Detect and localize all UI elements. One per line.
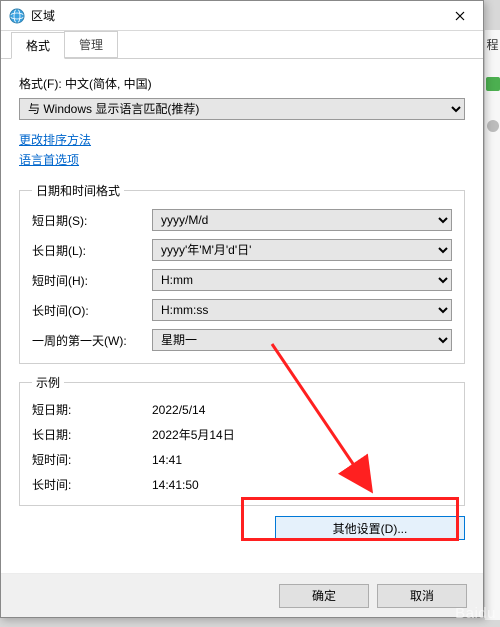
example-short-date-label: 短日期: bbox=[32, 401, 152, 418]
link-change-sort[interactable]: 更改排序方法 bbox=[19, 130, 465, 150]
side-gray-icon bbox=[486, 119, 500, 133]
cancel-button[interactable]: 取消 bbox=[377, 584, 467, 608]
example-long-time-value: 14:41:50 bbox=[152, 478, 452, 492]
links-block: 更改排序方法 语言首选项 bbox=[19, 130, 465, 170]
short-time-label: 短时间(H): bbox=[32, 272, 152, 289]
additional-settings-row: 其他设置(D)... bbox=[19, 516, 465, 540]
datetime-format-fieldset: 日期和时间格式 短日期(S): yyyy/M/d 长日期(L): yyyy'年'… bbox=[19, 182, 465, 364]
example-short-date-value: 2022/5/14 bbox=[152, 403, 452, 417]
short-time-select[interactable]: H:mm bbox=[152, 269, 452, 291]
ok-button[interactable]: 确定 bbox=[279, 584, 369, 608]
long-time-select[interactable]: H:mm:ss bbox=[152, 299, 452, 321]
format-select[interactable]: 与 Windows 显示语言匹配(推荐) bbox=[19, 98, 465, 120]
tab-format[interactable]: 格式 bbox=[11, 32, 65, 59]
close-icon bbox=[455, 11, 465, 21]
link-language-prefs[interactable]: 语言首选项 bbox=[19, 150, 465, 170]
side-text: 程 bbox=[485, 36, 500, 53]
globe-icon bbox=[9, 8, 25, 24]
close-button[interactable] bbox=[437, 1, 483, 31]
format-label: 格式(F): 中文(简体, 中国) bbox=[19, 75, 465, 92]
long-date-select[interactable]: yyyy'年'M'月'd'日' bbox=[152, 239, 452, 261]
example-long-date-value: 2022年5月14日 bbox=[152, 426, 452, 443]
dialog-title: 区域 bbox=[31, 7, 55, 24]
short-date-select[interactable]: yyyy/M/d bbox=[152, 209, 452, 231]
long-date-label: 长日期(L): bbox=[32, 242, 152, 259]
first-day-select[interactable]: 星期一 bbox=[152, 329, 452, 351]
example-fieldset: 示例 短日期: 2022/5/14 长日期: 2022年5月14日 短时间: 1… bbox=[19, 374, 465, 506]
first-day-label: 一周的第一天(W): bbox=[32, 332, 152, 349]
datetime-format-legend: 日期和时间格式 bbox=[32, 182, 124, 199]
titlebar: 区域 bbox=[1, 1, 483, 31]
short-date-label: 短日期(S): bbox=[32, 212, 152, 229]
tab-admin[interactable]: 管理 bbox=[64, 31, 118, 58]
dialog-button-bar: 确定 取消 应用(A) bbox=[1, 573, 483, 617]
example-short-time-label: 短时间: bbox=[32, 451, 152, 468]
example-legend: 示例 bbox=[32, 374, 64, 391]
additional-settings-button[interactable]: 其他设置(D)... bbox=[275, 516, 465, 540]
region-dialog: 区域 格式 管理 格式(F): 中文(简体, 中国) 与 Windows 显示语… bbox=[0, 0, 484, 618]
example-long-date-label: 长日期: bbox=[32, 426, 152, 443]
example-long-time-label: 长时间: bbox=[32, 476, 152, 493]
example-short-time-value: 14:41 bbox=[152, 453, 452, 467]
long-time-label: 长时间(O): bbox=[32, 302, 152, 319]
tab-strip: 格式 管理 bbox=[1, 31, 483, 59]
side-green-icon bbox=[486, 77, 500, 91]
dialog-body: 格式(F): 中文(简体, 中国) 与 Windows 显示语言匹配(推荐) 更… bbox=[1, 59, 483, 552]
background-side-strip: 程 bbox=[484, 30, 500, 620]
